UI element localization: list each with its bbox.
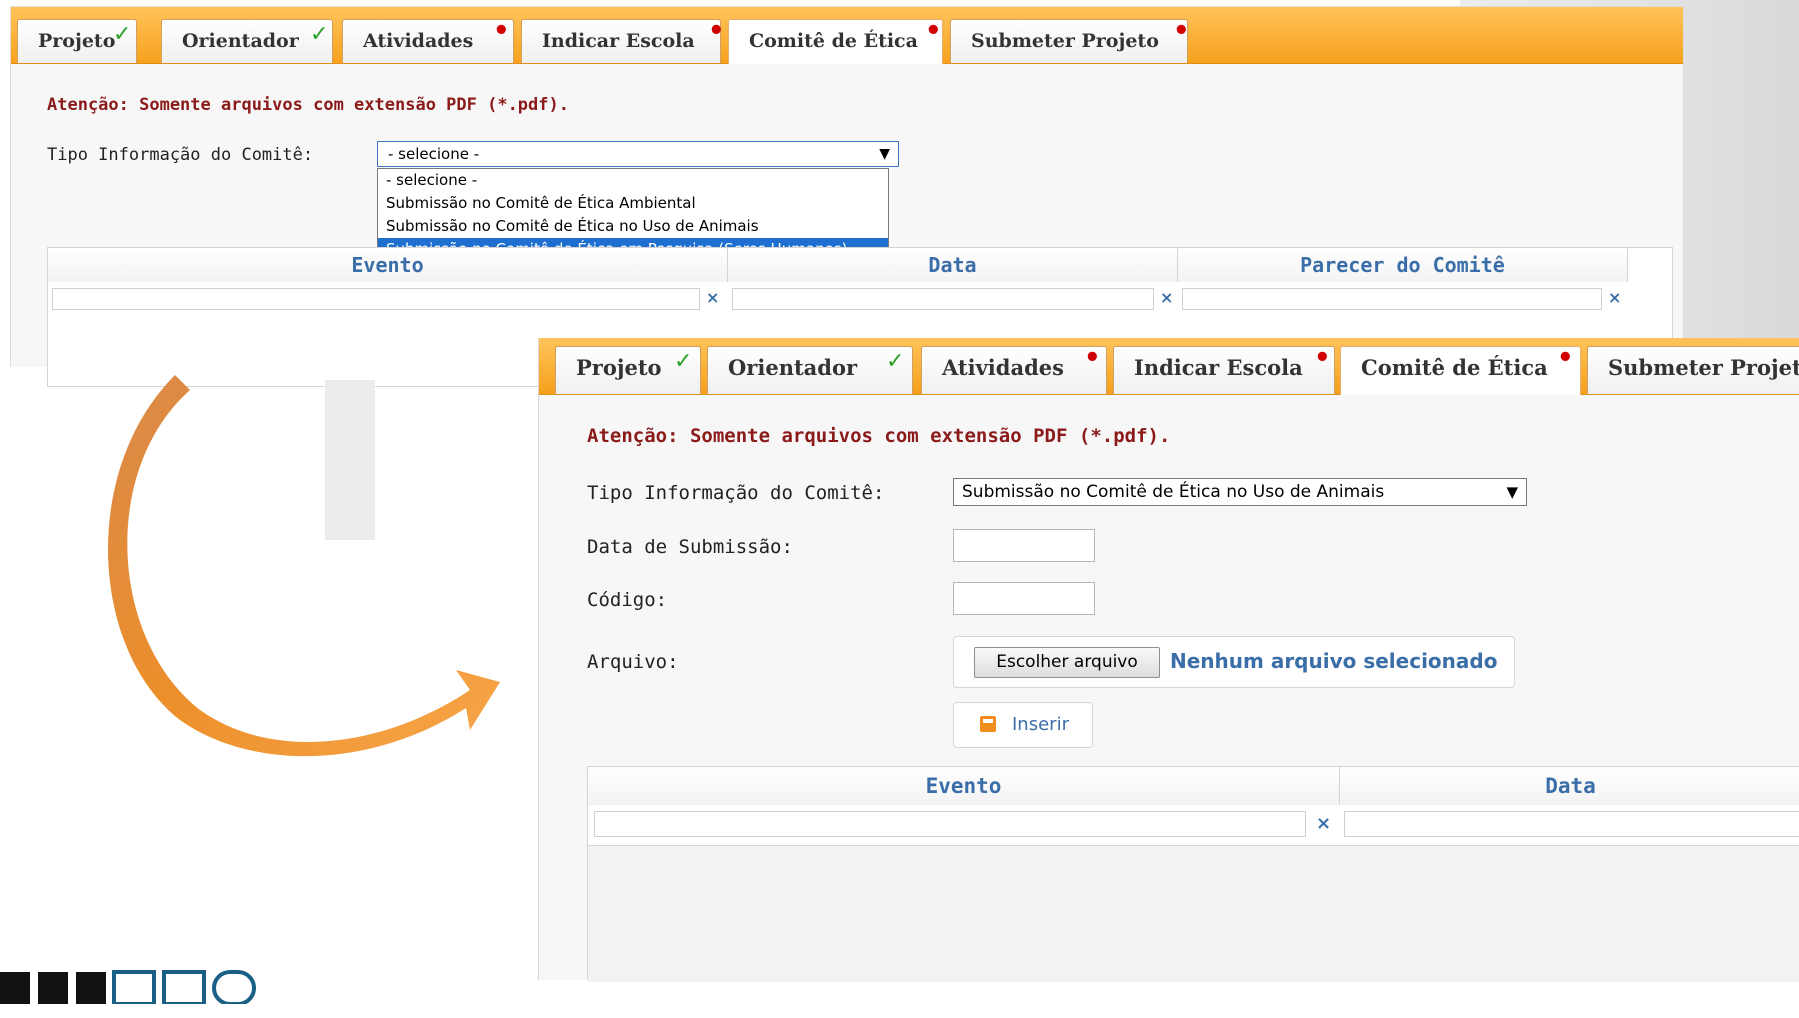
save-icon (980, 716, 996, 732)
filter-evento-input[interactable] (594, 811, 1306, 837)
tab-label: Comitê de Ética (1361, 355, 1548, 380)
logo-mark (0, 970, 256, 1006)
tab-bar: Projeto ✓ Orientador ✓ Atividades • Indi… (11, 7, 1683, 64)
select-value: Submissão no Comitê de Ética no Uso de A… (962, 482, 1385, 502)
filter-evento-input[interactable] (52, 288, 700, 310)
tipo-informacao-label: Tipo Informação do Comitê: (47, 145, 314, 165)
tab-indicar-escola[interactable]: Indicar Escola • (1113, 343, 1335, 394)
pending-dot-icon: • (1314, 343, 1331, 373)
select-value: - selecione - (388, 145, 480, 163)
tab-label: Projeto (576, 355, 662, 380)
file-upload: Escolher arquivo Nenhum arquivo selecion… (953, 636, 1515, 688)
option-uso-de-animais[interactable]: Submissão no Comitê de Ética no Uso de A… (378, 215, 888, 238)
tab-submeter-projeto[interactable]: Submeter Projeto • (950, 16, 1190, 63)
codigo-input[interactable] (953, 582, 1095, 615)
option-etica-ambiental[interactable]: Submissão no Comitê de Ética Ambiental (378, 192, 888, 215)
clear-filter-icon[interactable]: × (1316, 813, 1331, 834)
clear-filter-icon[interactable]: × (706, 288, 719, 307)
tab-comite-de-etica[interactable]: Comitê de Ética • (728, 16, 943, 64)
tab-orientador[interactable]: Orientador ✓ (707, 346, 913, 394)
data-submissao-label: Data de Submissão: (587, 536, 793, 558)
insert-label: Inserir (1012, 714, 1069, 735)
tab-label: Orientador (728, 355, 858, 380)
filter-data-input[interactable] (1344, 811, 1799, 837)
clear-filter-icon[interactable]: × (1608, 288, 1621, 307)
check-icon: ✓ (886, 349, 905, 374)
tab-label: Atividades (942, 355, 1064, 380)
tab-label: Indicar Escola (1134, 355, 1303, 380)
check-icon: ✓ (674, 349, 693, 374)
column-header-evento[interactable]: Evento (48, 248, 728, 282)
pdf-warning: Atenção: Somente arquivos com extensão P… (47, 95, 569, 115)
tab-label: Submeter Projeto (1608, 355, 1799, 380)
check-icon: ✓ (113, 22, 132, 47)
column-header-parecer[interactable]: Parecer do Comitê (1178, 248, 1628, 282)
column-header-data[interactable]: Data (728, 248, 1178, 282)
tab-bar: Projeto ✓ Orientador ✓ Atividades • Indi… (539, 338, 1799, 395)
tab-indicar-escola[interactable]: Indicar Escola • (521, 16, 725, 63)
tipo-informacao-select[interactable]: Submissão no Comitê de Ética no Uso de A… (953, 478, 1527, 506)
data-submissao-input[interactable] (953, 529, 1095, 562)
dropdown-arrow-icon: ▼ (1506, 483, 1518, 501)
pending-dot-icon: • (1173, 16, 1190, 46)
pdf-warning: Atenção: Somente arquivos com extensão P… (587, 425, 1171, 447)
tab-comite-de-etica[interactable]: Comitê de Ética • (1340, 343, 1581, 395)
tab-submeter-projeto[interactable]: Submeter Projeto (1587, 346, 1799, 394)
form-panel-option-selected: Projeto ✓ Orientador ✓ Atividades • Indi… (538, 338, 1799, 982)
tab-atividades[interactable]: Atividades • (921, 343, 1107, 394)
file-status-text: Nenhum arquivo selecionado (1170, 649, 1498, 673)
form-panel-dropdown-open: Projeto ✓ Orientador ✓ Atividades • Indi… (10, 6, 1684, 387)
tab-label: Orientador (182, 30, 299, 52)
tab-projeto[interactable]: Projeto ✓ (555, 346, 701, 394)
tipo-informacao-select[interactable]: - selecione - ▼ (377, 141, 899, 167)
filter-parecer-input[interactable] (1182, 288, 1602, 310)
choose-file-button[interactable]: Escolher arquivo (974, 647, 1160, 678)
grid-body (588, 845, 1799, 982)
pending-dot-icon: • (1557, 343, 1574, 373)
brand-logo (0, 950, 280, 1006)
tab-orientador[interactable]: Orientador ✓ (161, 19, 333, 63)
pending-dot-icon: • (493, 16, 510, 46)
tab-label: Indicar Escola (542, 30, 695, 52)
tab-label: Submeter Projeto (971, 30, 1159, 52)
codigo-label: Código: (587, 589, 668, 611)
tipo-informacao-label: Tipo Informação do Comitê: (587, 482, 885, 504)
tab-label: Atividades (363, 30, 474, 52)
insert-button[interactable]: Inserir (953, 702, 1093, 748)
pending-dot-icon: • (925, 16, 942, 46)
arquivo-label: Arquivo: (587, 651, 679, 673)
column-header-evento[interactable]: Evento (588, 767, 1340, 805)
filter-data-input[interactable] (732, 288, 1154, 310)
tab-projeto[interactable]: Projeto ✓ (17, 19, 137, 63)
check-icon: ✓ (310, 22, 329, 47)
pending-dot-icon: • (708, 16, 725, 46)
events-grid: Evento Data × (587, 766, 1799, 982)
tab-label: Projeto (38, 30, 116, 52)
tab-atividades[interactable]: Atividades • (342, 16, 514, 63)
column-header-data[interactable]: Data (1340, 767, 1799, 805)
option-selecione[interactable]: - selecione - (378, 169, 888, 192)
tab-label: Comitê de Ética (749, 30, 918, 52)
clear-filter-icon[interactable]: × (1160, 288, 1173, 307)
dropdown-arrow-icon: ▼ (879, 146, 890, 162)
pending-dot-icon: • (1084, 343, 1101, 373)
transition-arrow-icon (108, 375, 501, 757)
